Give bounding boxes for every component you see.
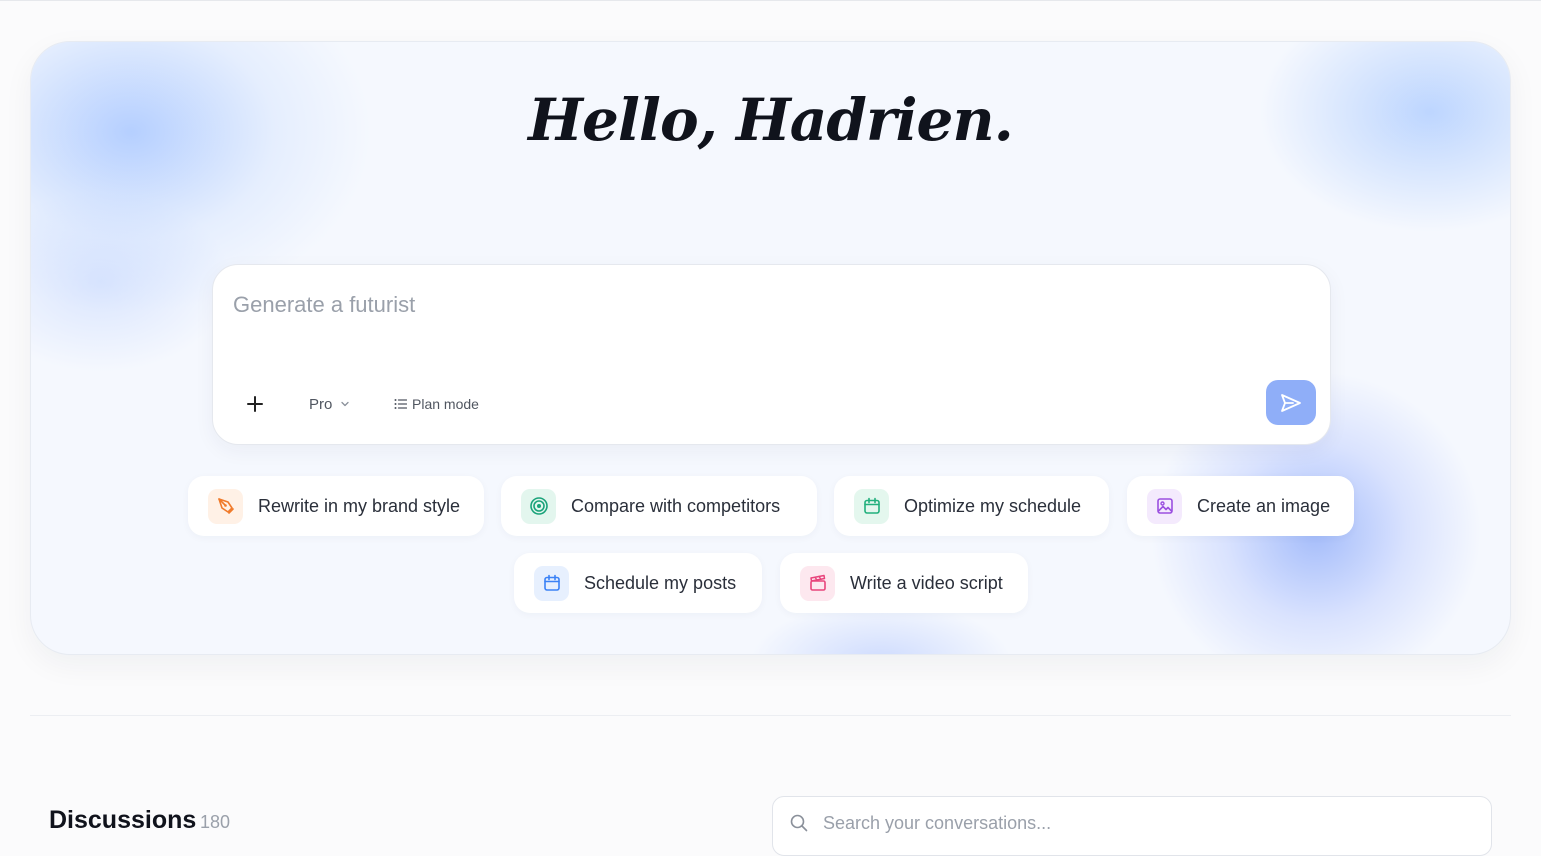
target-icon: [529, 497, 548, 515]
gradient-glow: [31, 192, 231, 372]
model-select-label: Pro: [309, 395, 333, 413]
chip-icon-box: [800, 565, 835, 601]
suggestion-create-image[interactable]: Create an image: [1127, 476, 1354, 536]
suggestion-schedule-posts[interactable]: Schedule my posts: [514, 553, 762, 613]
suggestion-compare-competitors[interactable]: Compare with competitors: [501, 476, 817, 536]
plan-mode-label: Plan mode: [412, 396, 479, 412]
conversation-search: [772, 796, 1492, 856]
search-icon: [790, 814, 808, 832]
top-border: [0, 0, 1541, 1]
plus-icon: [247, 396, 263, 412]
chevron-down-icon: [341, 401, 349, 407]
suggestion-label: Schedule my posts: [584, 572, 737, 593]
calendar-icon: [543, 574, 560, 591]
add-attachment-button[interactable]: [241, 390, 269, 418]
send-icon: [1281, 393, 1301, 412]
suggestion-label: Write a video script: [850, 572, 1003, 593]
greeting-title: Hello, Hadrien.: [528, 86, 1014, 154]
image-icon: [1156, 498, 1173, 514]
hero-panel: Hello, Hadrien. Pro Plan mode: [30, 41, 1511, 655]
suggestion-video-script[interactable]: Write a video script: [780, 553, 1028, 613]
section-divider: [30, 715, 1511, 716]
chip-icon-box: [208, 488, 243, 524]
list-icon: [394, 399, 407, 409]
chip-icon-box: [1147, 488, 1182, 524]
chip-icon-box: [854, 488, 889, 524]
send-button[interactable]: [1266, 380, 1316, 425]
suggestion-label: Optimize my schedule: [904, 495, 1082, 516]
suggestion-label: Rewrite in my brand style: [258, 495, 461, 516]
model-select[interactable]: Pro: [309, 393, 350, 415]
suggestion-label: Compare with competitors: [571, 495, 781, 516]
discussions-count: 180: [200, 812, 231, 832]
discussions-title: Discussions: [49, 806, 197, 834]
chip-icon-box: [521, 488, 556, 524]
calendar-icon: [863, 497, 880, 514]
plan-mode-toggle[interactable]: Plan mode: [394, 393, 479, 415]
pen-nib-icon: [217, 498, 234, 514]
suggestion-rewrite-brand-style[interactable]: Rewrite in my brand style: [188, 476, 484, 536]
search-input[interactable]: [823, 809, 1463, 837]
prompt-input[interactable]: [233, 287, 1293, 323]
chip-icon-box: [534, 565, 569, 601]
suggestion-optimize-schedule[interactable]: Optimize my schedule: [834, 476, 1109, 536]
suggestion-label: Create an image: [1197, 495, 1331, 516]
clapperboard-icon: [809, 574, 826, 591]
prompt-composer: Pro Plan mode: [212, 264, 1331, 445]
